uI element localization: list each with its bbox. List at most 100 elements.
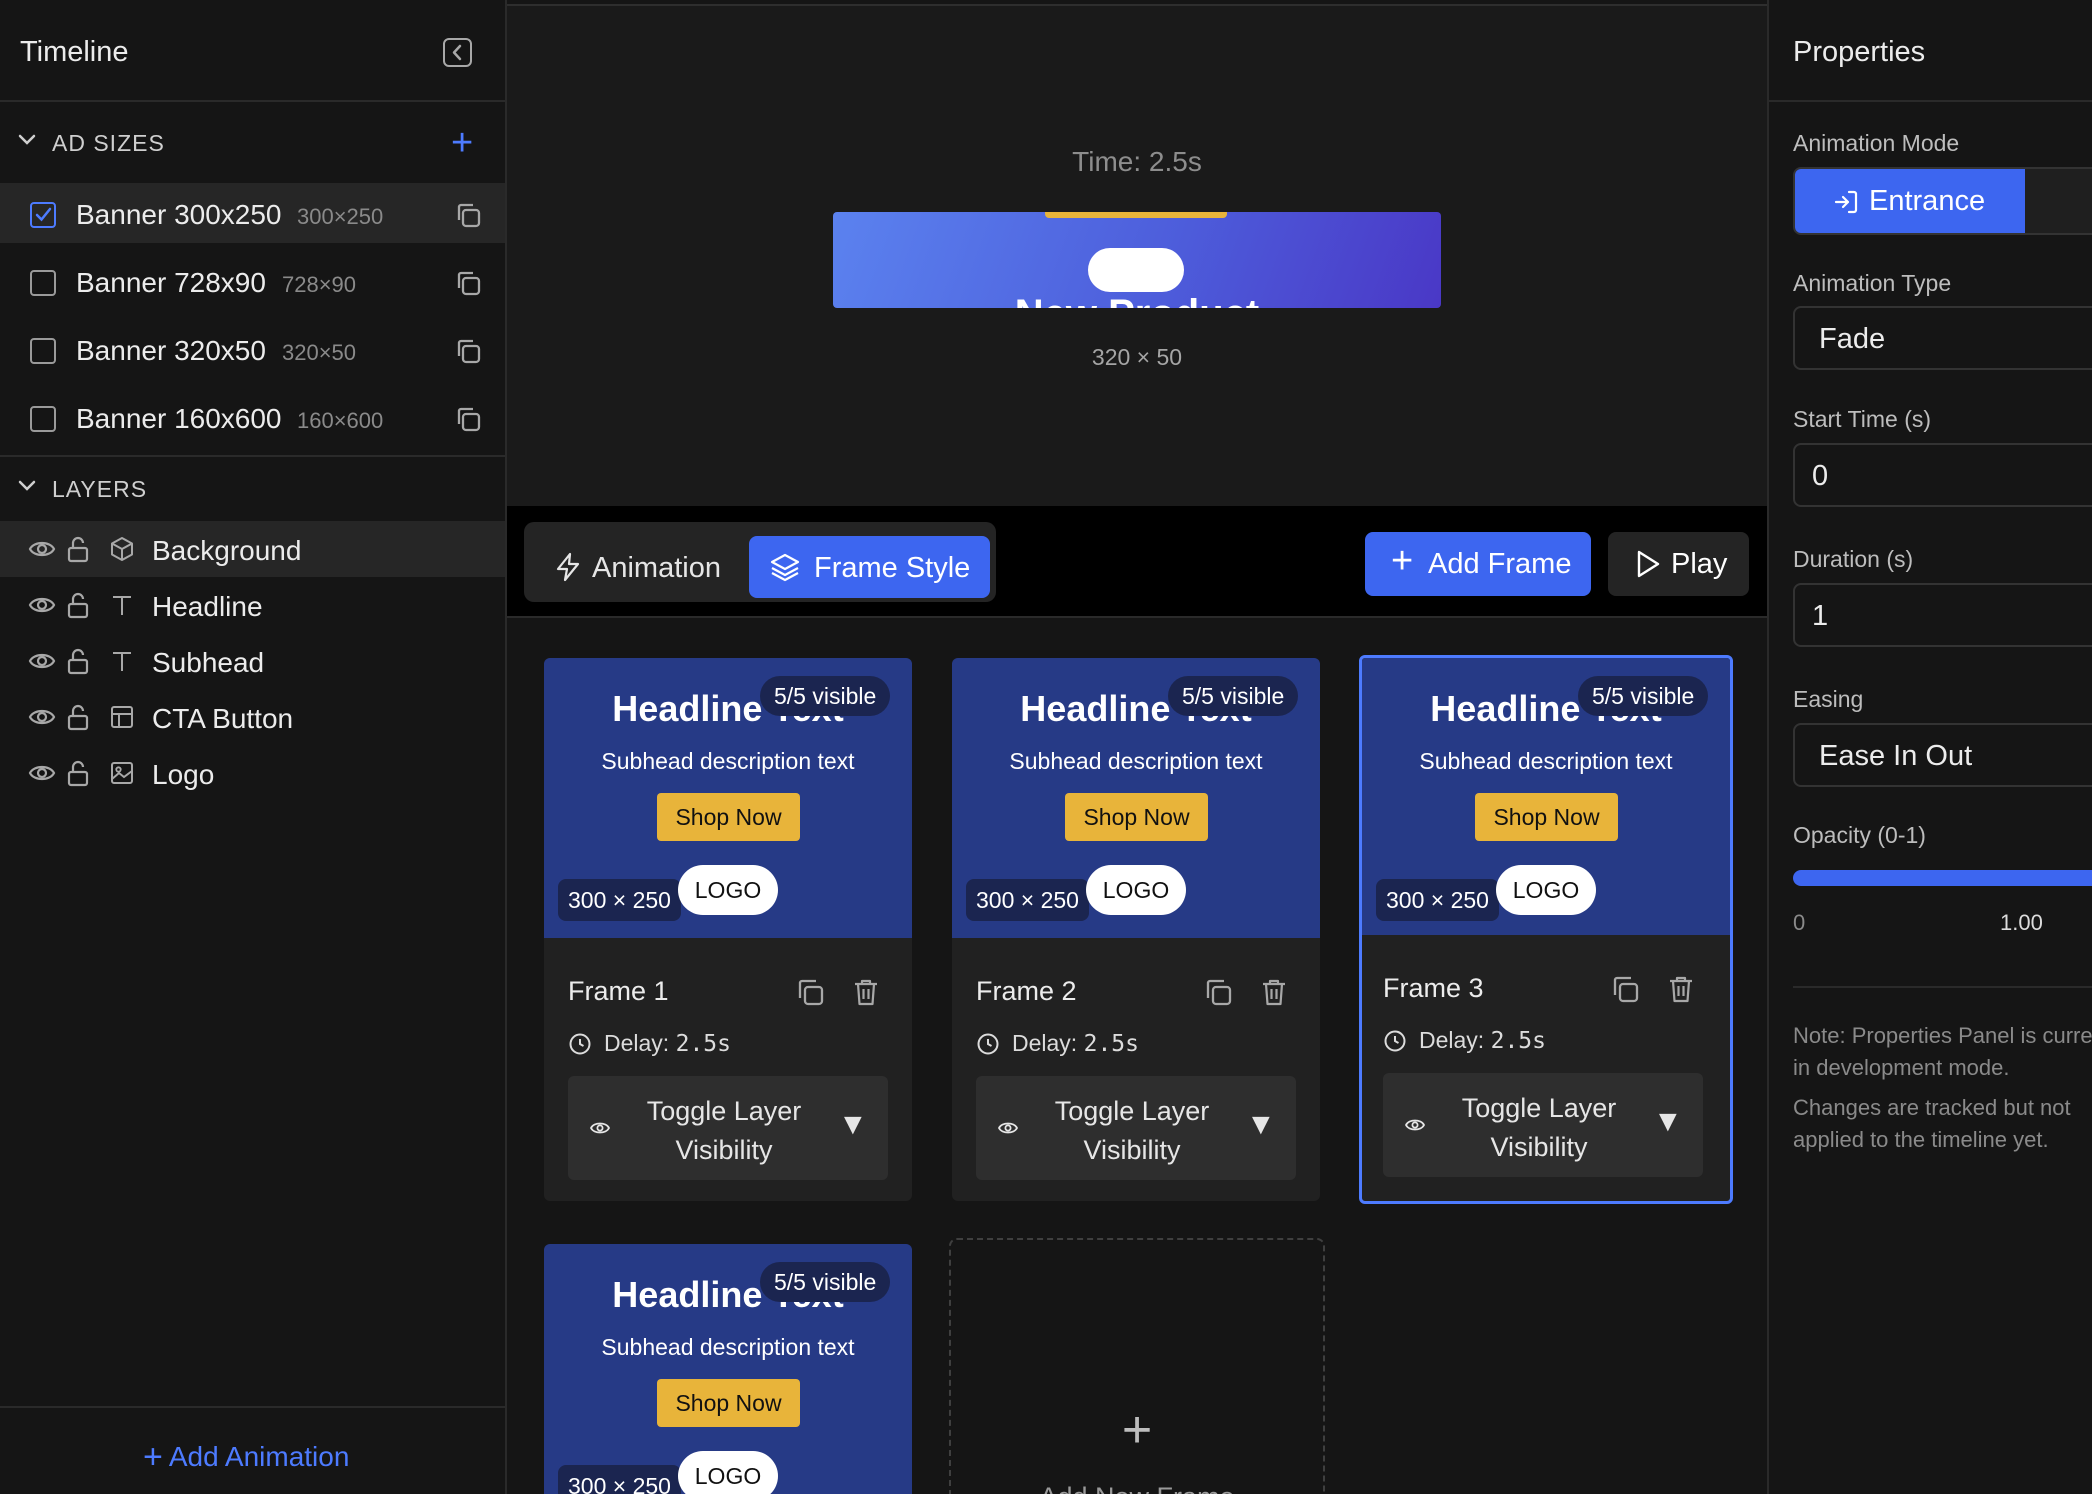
image-icon bbox=[111, 762, 133, 784]
layer-item[interactable]: Background bbox=[0, 521, 505, 577]
ad-size-checkbox[interactable] bbox=[30, 270, 56, 296]
text-icon bbox=[113, 652, 131, 671]
add-new-frame-card[interactable]: + Add New Frame bbox=[949, 1238, 1325, 1494]
add-frame-button[interactable]: + Add Frame bbox=[1365, 532, 1591, 596]
log-in-icon bbox=[1834, 190, 1858, 214]
thumb-subhead: Subhead description text bbox=[601, 748, 855, 774]
entrance-mode-button[interactable]: Entrance bbox=[1795, 169, 2025, 233]
tab-animation[interactable]: Animation bbox=[534, 536, 722, 598]
easing-select[interactable]: Ease In Out bbox=[1793, 723, 2092, 787]
start-time-input[interactable]: 0 bbox=[1793, 443, 2092, 507]
frame-card[interactable]: Headline Text 5/5 visible Subhead descri… bbox=[952, 658, 1320, 1201]
frames-grid: Headline Text 5/5 visible Subhead descri… bbox=[507, 618, 1767, 1494]
trash-icon[interactable] bbox=[1665, 973, 1697, 1005]
toggle-layer-visibility-select[interactable]: Toggle Layer Visibility ▼ bbox=[568, 1076, 888, 1180]
delay-value: 2.5s bbox=[1083, 1031, 1139, 1057]
sidebar-title: Timeline bbox=[20, 36, 129, 68]
toggle-layer-visibility-select[interactable]: Toggle Layer Visibility ▼ bbox=[976, 1076, 1296, 1180]
plus-icon: + bbox=[1121, 1401, 1153, 1459]
opacity-slider[interactable] bbox=[1793, 870, 2092, 886]
layers-label: LAYERS bbox=[52, 476, 148, 502]
delay-value: 2.5s bbox=[1490, 1028, 1546, 1054]
start-time-value: 0 bbox=[1812, 460, 1829, 492]
tab-frame-style[interactable]: Frame Style bbox=[749, 536, 990, 598]
eye-icon bbox=[590, 1122, 610, 1134]
sidebar-header: Timeline bbox=[0, 0, 505, 102]
easing-value: Ease In Out bbox=[1819, 740, 1973, 772]
copy-icon[interactable] bbox=[454, 269, 482, 297]
delay-label: Delay: bbox=[1419, 1027, 1485, 1053]
layer-item[interactable]: Headline bbox=[0, 577, 505, 633]
ad-sizes-header[interactable]: AD SIZES + bbox=[0, 104, 505, 180]
thumb-size-badge: 300 × 250 bbox=[1376, 879, 1499, 921]
thumb-logo: LOGO bbox=[1496, 865, 1596, 915]
unlock-icon[interactable] bbox=[64, 703, 92, 731]
duplicate-frame-icon[interactable] bbox=[1609, 973, 1641, 1005]
frame-thumbnail[interactable]: Headline Text 5/5 visible Subhead descri… bbox=[952, 658, 1320, 938]
toggle-layer-visibility-select[interactable]: Toggle Layer Visibility ▼ bbox=[1383, 1073, 1703, 1177]
unlock-icon[interactable] bbox=[64, 759, 92, 787]
preview-banner-text: New Product bbox=[833, 292, 1441, 308]
frame-thumbnail[interactable]: Headline Text 5/5 visible Subhead descri… bbox=[1362, 658, 1730, 935]
eye-icon[interactable] bbox=[28, 647, 56, 675]
trash-icon[interactable] bbox=[1258, 976, 1290, 1008]
eye-icon[interactable] bbox=[28, 591, 56, 619]
timeline-sidebar: Timeline AD SIZES + Banner 300x250 300×2… bbox=[0, 0, 507, 1494]
delay-label: Delay: bbox=[604, 1030, 670, 1056]
visible-count-badge: 5/5 visible bbox=[1578, 676, 1709, 716]
copy-icon[interactable] bbox=[454, 337, 482, 365]
layer-item[interactable]: Subhead bbox=[0, 633, 505, 689]
ad-size-checkbox[interactable] bbox=[30, 202, 56, 228]
ad-size-item[interactable]: Banner 300x250 300×250 bbox=[0, 183, 505, 243]
ad-size-item[interactable]: Banner 160x600 160×600 bbox=[0, 387, 505, 447]
frame-toolbar: Animation Frame Style + Add Frame Play bbox=[507, 506, 1767, 618]
sidebar-footer: + Add Animation bbox=[0, 1406, 505, 1494]
frame-card[interactable]: Headline Text 5/5 visible Subhead descri… bbox=[544, 658, 912, 1201]
frame-card[interactable]: Headline Text 5/5 visible Subhead descri… bbox=[544, 1244, 912, 1494]
check-icon bbox=[35, 207, 52, 222]
plus-icon: + bbox=[143, 1438, 163, 1476]
layers-header[interactable]: LAYERS bbox=[0, 450, 505, 526]
layer-name: Subhead bbox=[152, 647, 265, 678]
unlock-icon[interactable] bbox=[64, 647, 92, 675]
tab-animation-label: Animation bbox=[592, 552, 721, 584]
eye-icon[interactable] bbox=[28, 759, 56, 787]
copy-icon[interactable] bbox=[454, 201, 482, 229]
eye-icon[interactable] bbox=[28, 535, 56, 563]
play-button[interactable]: Play bbox=[1608, 532, 1749, 596]
collapse-sidebar-button[interactable] bbox=[443, 38, 472, 67]
layer-item[interactable]: CTA Button bbox=[0, 689, 505, 745]
chevron-down-icon bbox=[18, 134, 36, 145]
visible-count-badge: 5/5 visible bbox=[760, 676, 891, 716]
tab-frame-style-label: Frame Style bbox=[814, 552, 971, 584]
frame-card-selected[interactable]: Headline Text 5/5 visible Subhead descri… bbox=[1359, 655, 1733, 1204]
ad-size-item[interactable]: Banner 728x90 728×90 bbox=[0, 251, 505, 311]
frame-thumbnail[interactable]: Headline Text 5/5 visible Subhead descri… bbox=[544, 658, 912, 938]
duplicate-frame-icon[interactable] bbox=[1202, 976, 1234, 1008]
unlock-icon[interactable] bbox=[64, 535, 92, 563]
cube-icon bbox=[111, 537, 133, 561]
ad-size-item[interactable]: Banner 320x50 320×50 bbox=[0, 319, 505, 379]
unlock-icon[interactable] bbox=[64, 591, 92, 619]
frame-thumbnail[interactable]: Headline Text 5/5 visible Subhead descri… bbox=[544, 1244, 912, 1494]
preview-banner[interactable]: New Product bbox=[833, 212, 1441, 308]
layer-item[interactable]: Logo bbox=[0, 745, 505, 801]
ad-size-checkbox[interactable] bbox=[30, 338, 56, 364]
add-animation-button[interactable]: + Add Animation bbox=[143, 1438, 349, 1477]
add-ad-size-button[interactable]: + bbox=[451, 124, 473, 162]
dropdown-arrow-icon: ▼ bbox=[838, 1108, 868, 1141]
trash-icon[interactable] bbox=[850, 976, 882, 1008]
plus-icon: + bbox=[1391, 540, 1414, 582]
eye-icon[interactable] bbox=[28, 703, 56, 731]
duration-input[interactable]: 1 bbox=[1793, 583, 2092, 647]
thumb-subhead: Subhead description text bbox=[1009, 748, 1263, 774]
thumb-size-badge: 300 × 250 bbox=[966, 879, 1089, 921]
duplicate-frame-icon[interactable] bbox=[794, 976, 826, 1008]
tab-group: Animation Frame Style bbox=[524, 522, 996, 602]
animation-type-select[interactable]: Fade bbox=[1793, 306, 2092, 370]
copy-icon[interactable] bbox=[454, 405, 482, 433]
visible-count-badge: 5/5 visible bbox=[1168, 676, 1299, 716]
ad-size-checkbox[interactable] bbox=[30, 406, 56, 432]
preview-logo bbox=[1088, 248, 1184, 292]
layer-name: Background bbox=[152, 535, 302, 566]
